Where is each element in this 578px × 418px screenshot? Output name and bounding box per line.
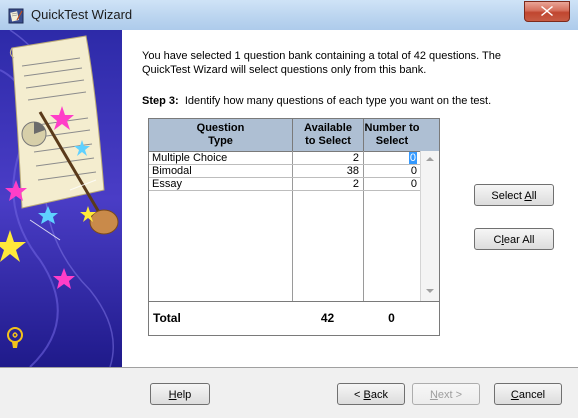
close-icon (541, 6, 553, 16)
grid-header: Question Type Available to Select Number t… (149, 119, 439, 152)
wizard-window: QuickTest Wizard You have selected 1 que… (0, 0, 578, 418)
row-divider (149, 190, 420, 191)
title-bar[interactable]: QuickTest Wizard (0, 0, 578, 31)
wizard-content: You have selected 1 question bank contai… (122, 30, 578, 367)
header-number-to-select: Number to Select (363, 119, 420, 151)
header-available: Available to Select (292, 119, 363, 151)
app-icon (8, 8, 24, 24)
wizard-art (0, 30, 122, 367)
header-question-type: Question Type (196, 122, 245, 147)
number-input[interactable]: 0 (363, 152, 417, 164)
table-row[interactable]: Bimodal 38 0 (149, 165, 439, 177)
window-title: QuickTest Wizard (31, 7, 133, 22)
table-row[interactable]: Multiple Choice 2 0 (149, 152, 439, 164)
scroll-down-icon[interactable] (425, 287, 435, 295)
number-input[interactable]: 0 (363, 178, 417, 190)
clear-all-button[interactable]: Clear All (474, 228, 554, 250)
total-number: 0 (388, 311, 395, 325)
select-all-button[interactable]: Select All (474, 184, 554, 206)
step-label: Step 3: (142, 95, 179, 107)
total-label: Total (153, 311, 181, 325)
table-row[interactable]: Essay 2 0 (149, 178, 439, 190)
help-button[interactable]: Help (150, 383, 210, 405)
cancel-button[interactable]: Cancel (494, 383, 562, 405)
scroll-up-icon[interactable] (425, 155, 435, 163)
step-instruction: Step 3: Identify how many questions of e… (142, 95, 491, 107)
available-cell: 2 (352, 152, 359, 164)
wizard-footer: Help < Back Next > Cancel (0, 368, 578, 418)
intro-text: You have selected 1 question bank contai… (142, 50, 501, 76)
step-text: Identify how many questions of each type… (184, 95, 492, 107)
number-input[interactable]: 0 (363, 165, 417, 177)
available-cell: 38 (346, 165, 359, 177)
next-button[interactable]: Next > (412, 383, 480, 405)
available-cell: 2 (352, 178, 359, 190)
question-grid: Question Type Available to Select Number t… (148, 118, 440, 336)
question-type-cell: Essay (152, 178, 182, 190)
question-type-cell: Multiple Choice (152, 152, 228, 164)
close-button[interactable] (524, 1, 570, 22)
question-type-cell: Bimodal (152, 165, 192, 177)
back-button[interactable]: < Back (337, 383, 405, 405)
total-available: 42 (320, 311, 335, 325)
grid-scrollbar[interactable] (420, 151, 439, 301)
total-row: Total 42 0 (149, 302, 439, 335)
